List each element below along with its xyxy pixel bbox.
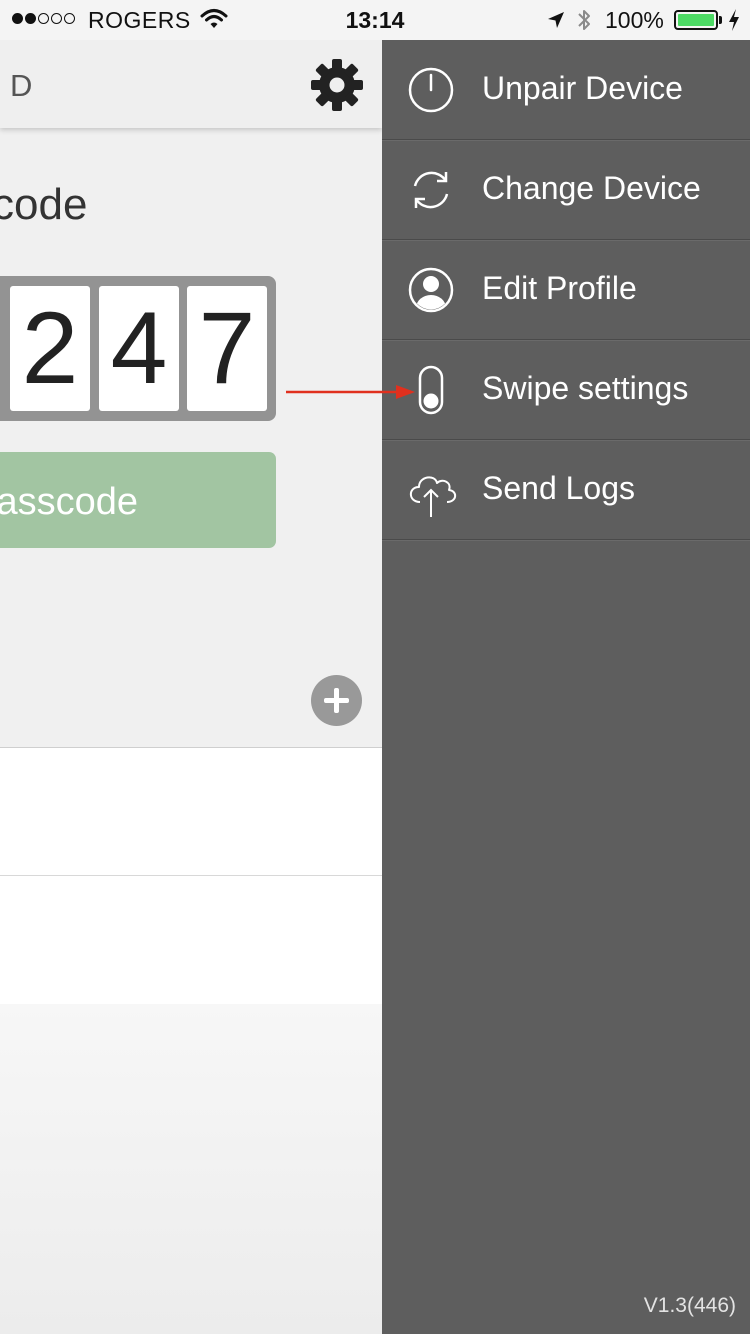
list-item[interactable] xyxy=(0,748,382,876)
passcode-display: 2 4 7 xyxy=(0,276,276,421)
passcode-digit: 7 xyxy=(187,286,267,411)
menu-item-swipe-settings[interactable]: Swipe settings xyxy=(382,340,750,440)
passcode-heading: code xyxy=(0,180,88,229)
nav-bar: D xyxy=(0,40,382,128)
battery-cap xyxy=(719,16,722,24)
passcode-digit: 2 xyxy=(10,286,90,411)
main-panel: D code 2 4 7 asscode xyxy=(0,40,382,1334)
menu-item-label: Change Device xyxy=(482,170,701,206)
bluetooth-icon xyxy=(576,7,592,39)
refresh-icon xyxy=(406,165,456,215)
background-image xyxy=(0,1004,382,1334)
menu-item-change-device[interactable]: Change Device xyxy=(382,140,750,240)
menu-item-edit-profile[interactable]: Edit Profile xyxy=(382,240,750,340)
menu-item-label: Send Logs xyxy=(482,470,636,506)
charging-bolt-icon xyxy=(727,8,741,38)
gear-icon[interactable] xyxy=(310,58,364,117)
battery-percent: 100% xyxy=(605,7,664,33)
menu-item-label: Unpair Device xyxy=(482,70,683,106)
side-drawer: Unpair Device Change Device Edit Profile… xyxy=(382,40,750,1334)
annotation-arrow-icon xyxy=(286,382,416,409)
device-list xyxy=(0,747,382,1005)
menu-item-label: Swipe settings xyxy=(482,370,689,406)
nav-title: D xyxy=(10,68,33,103)
cloud-upload-icon xyxy=(406,465,457,517)
profile-icon xyxy=(406,265,456,315)
battery-icon xyxy=(674,10,718,30)
passcode-button[interactable]: asscode xyxy=(0,452,276,548)
power-icon xyxy=(406,65,456,115)
menu-item-unpair-device[interactable]: Unpair Device xyxy=(382,40,750,140)
menu-item-send-logs[interactable]: Send Logs xyxy=(382,440,750,540)
location-arrow-icon xyxy=(546,9,566,36)
menu-item-label: Edit Profile xyxy=(482,270,637,306)
plus-icon[interactable] xyxy=(311,675,362,726)
list-item[interactable] xyxy=(0,876,382,1003)
app-version: V1.3(446) xyxy=(643,1294,736,1317)
status-bar: ROGERS 13:14 100% xyxy=(0,0,750,40)
passcode-digit: 4 xyxy=(99,286,179,411)
